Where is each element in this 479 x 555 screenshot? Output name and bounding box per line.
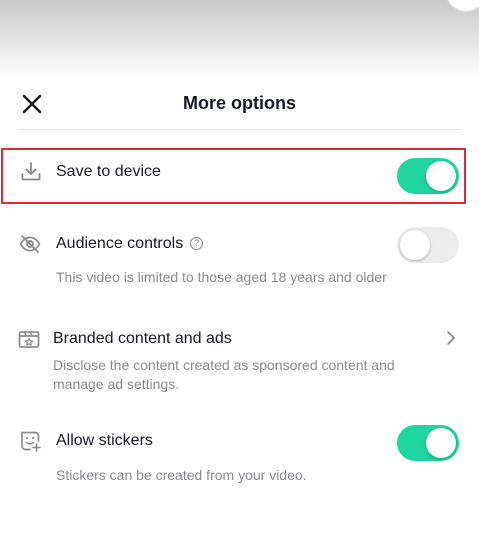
header-divider	[18, 129, 461, 130]
toggle-knob	[426, 428, 456, 458]
setting-description: manage ad settings.	[53, 376, 180, 392]
setting-row-audience-controls[interactable]: Audience controls? This video is limited…	[0, 224, 479, 294]
background-overlay	[0, 0, 479, 80]
toggle-knob	[400, 230, 430, 260]
setting-row-save-to-device[interactable]: Save to device	[0, 150, 479, 202]
setting-description: Stickers can be created from your video.	[56, 467, 307, 483]
sheet-header: More options	[0, 80, 479, 130]
toggle-knob	[426, 161, 456, 191]
setting-label: Audience controls?	[56, 235, 204, 253]
save-to-device-toggle[interactable]	[397, 158, 459, 194]
setting-label: Save to device	[56, 163, 161, 180]
download-icon	[21, 162, 41, 181]
audience-controls-toggle[interactable]	[397, 227, 459, 263]
setting-description: Disclose the content created as sponsore…	[53, 357, 395, 373]
chevron-right-icon	[447, 331, 455, 345]
setting-label: Allow stickers	[56, 432, 153, 449]
ad-badge-icon	[18, 331, 40, 348]
allow-stickers-toggle[interactable]	[397, 425, 459, 461]
question-icon[interactable]: ?	[190, 237, 204, 250]
setting-description: This video is limited to those aged 18 y…	[56, 269, 387, 285]
setting-label: Branded content and ads	[53, 330, 232, 347]
eye-off-icon	[19, 235, 41, 253]
sticker-icon	[21, 431, 41, 452]
page-title: More options	[183, 93, 296, 113]
setting-row-allow-stickers[interactable]: Allow stickers Stickers can be created f…	[0, 420, 479, 490]
setting-row-branded-content[interactable]: Branded content and ads Disclose the con…	[0, 320, 479, 400]
setting-label-text: Audience controls	[56, 235, 184, 252]
